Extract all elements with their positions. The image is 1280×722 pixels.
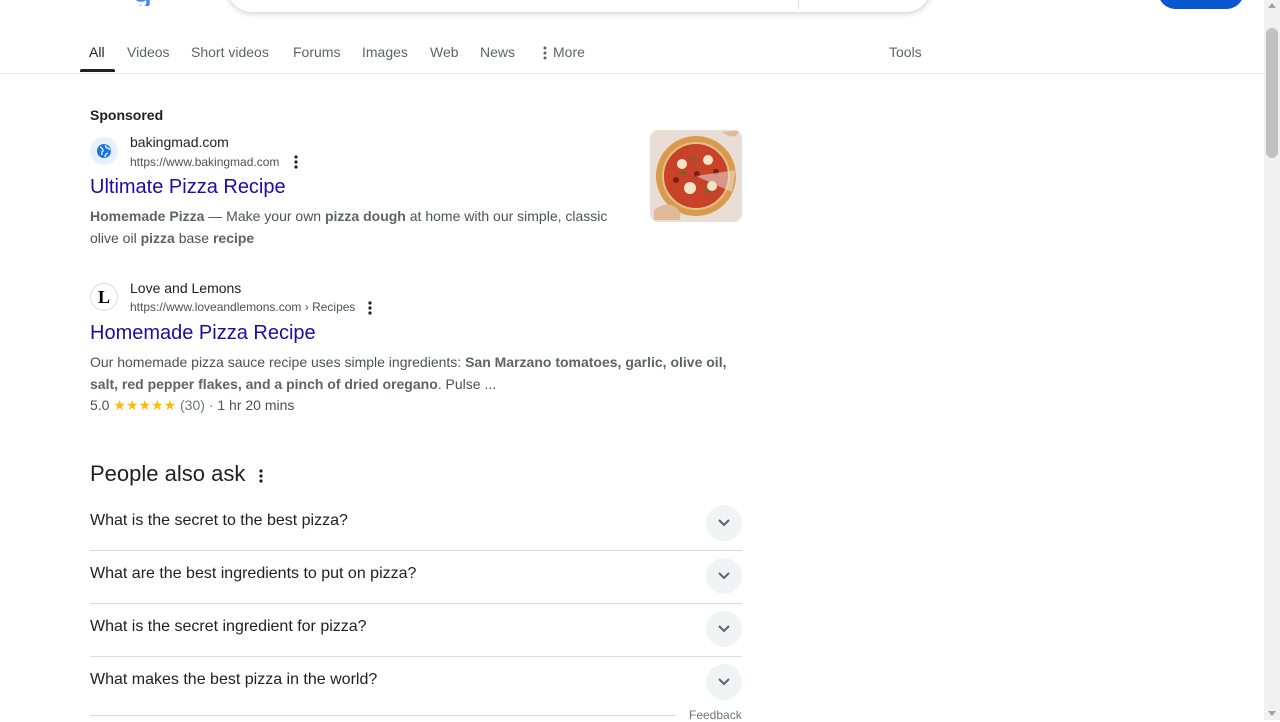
cook-time: 1 hr 20 mins [217,397,295,413]
paa-question-row[interactable]: What makes the best pizza in the world? [90,656,742,709]
active-tab-indicator [80,69,115,72]
paa-question: What makes the best pizza in the world? [90,671,378,688]
tab-all[interactable]: All [89,44,105,60]
search-tabs: All Videos Short videos Forums Images We… [0,28,1264,74]
scrollbar-thumb[interactable] [1266,28,1278,158]
snippet-text: — Make your own [204,208,325,224]
google-logo-icon[interactable] [132,0,162,6]
rating-count: (30) [180,397,205,413]
search-box[interactable] [226,0,932,13]
chevron-down-icon [718,625,730,633]
more-options-icon[interactable] [364,300,376,316]
site-name[interactable]: Love and Lemons [130,280,241,296]
globe-icon [97,144,111,158]
paa-more-options-icon[interactable] [255,468,267,484]
site-url[interactable]: https://www.loveandlemons.com › Recipes [130,300,355,314]
snippet-bold: pizza dough [324,208,406,224]
paa-question: What is the secret ingredient for pizza? [90,618,367,635]
site-name[interactable]: bakingmad.com [130,134,229,150]
snippet-bold: pizza [140,230,175,246]
rating-score: 5.0 [90,397,110,413]
site-favicon[interactable] [90,137,118,165]
expand-button[interactable] [706,558,742,594]
tab-short-videos[interactable]: Short videos [191,44,269,60]
rating-separator: · [208,397,214,413]
scroll-down-icon[interactable] [1268,711,1276,716]
result-title-link[interactable]: Ultimate Pizza Recipe [90,176,286,199]
paa-question: What are the best ingredients to put on … [90,565,417,582]
more-vert-icon [543,46,547,60]
site-favicon[interactable]: L [90,283,118,311]
tab-forums[interactable]: Forums [293,44,340,60]
search-divider [798,0,799,9]
result-rating: 5.0 ★★★★★ (30) · 1 hr 20 mins [90,397,294,414]
expand-button[interactable] [706,611,742,647]
scroll-up-icon[interactable] [1268,3,1276,8]
result-snippet: Homemade Pizza — Make your own pizza dou… [90,205,620,249]
snippet-text: base [174,230,213,246]
sign-in-button[interactable] [1158,0,1244,9]
sponsored-label: Sponsored [90,107,164,123]
pizza-image [650,130,742,222]
snippet-bold: Homemade Pizza [90,208,205,224]
expand-button[interactable] [706,664,742,700]
favicon-letter: L [97,286,110,307]
snippet-bold: recipe [212,230,255,246]
chevron-down-icon [718,519,730,527]
expand-button[interactable] [706,505,742,541]
paa-question: What is the secret to the best pizza? [90,512,348,529]
chevron-down-icon [718,678,730,686]
site-url[interactable]: https://www.bakingmad.com [130,155,279,169]
tab-web[interactable]: Web [430,44,459,60]
snippet-text: . Pulse ... [437,376,497,392]
result-title-link[interactable]: Homemade Pizza Recipe [90,322,316,345]
tab-more-label: More [553,44,585,60]
tab-images[interactable]: Images [362,44,408,60]
tab-more[interactable]: More [543,44,585,60]
apps-icon[interactable] [1082,0,1098,4]
page-scrollbar[interactable] [1264,0,1280,720]
rating-stars: ★★★★★ [113,397,177,413]
paa-heading: People also ask [90,461,246,486]
paa-question-row[interactable]: What is the secret ingredient for pizza? [90,603,742,657]
more-options-icon[interactable] [290,154,302,170]
result-thumbnail[interactable] [650,130,742,222]
paa-question-row[interactable]: What is the secret to the best pizza? [90,497,742,551]
paa-divider [90,715,676,716]
tab-videos[interactable]: Videos [127,44,170,60]
paa-question-row[interactable]: What are the best ingredients to put on … [90,550,742,604]
result-snippet: Our homemade pizza sauce recipe uses sim… [90,351,742,395]
snippet-text: Our homemade pizza sauce recipe uses sim… [90,354,466,370]
chevron-down-icon [718,572,730,580]
tab-news[interactable]: News [480,44,515,60]
tools-button[interactable]: Tools [889,44,922,60]
